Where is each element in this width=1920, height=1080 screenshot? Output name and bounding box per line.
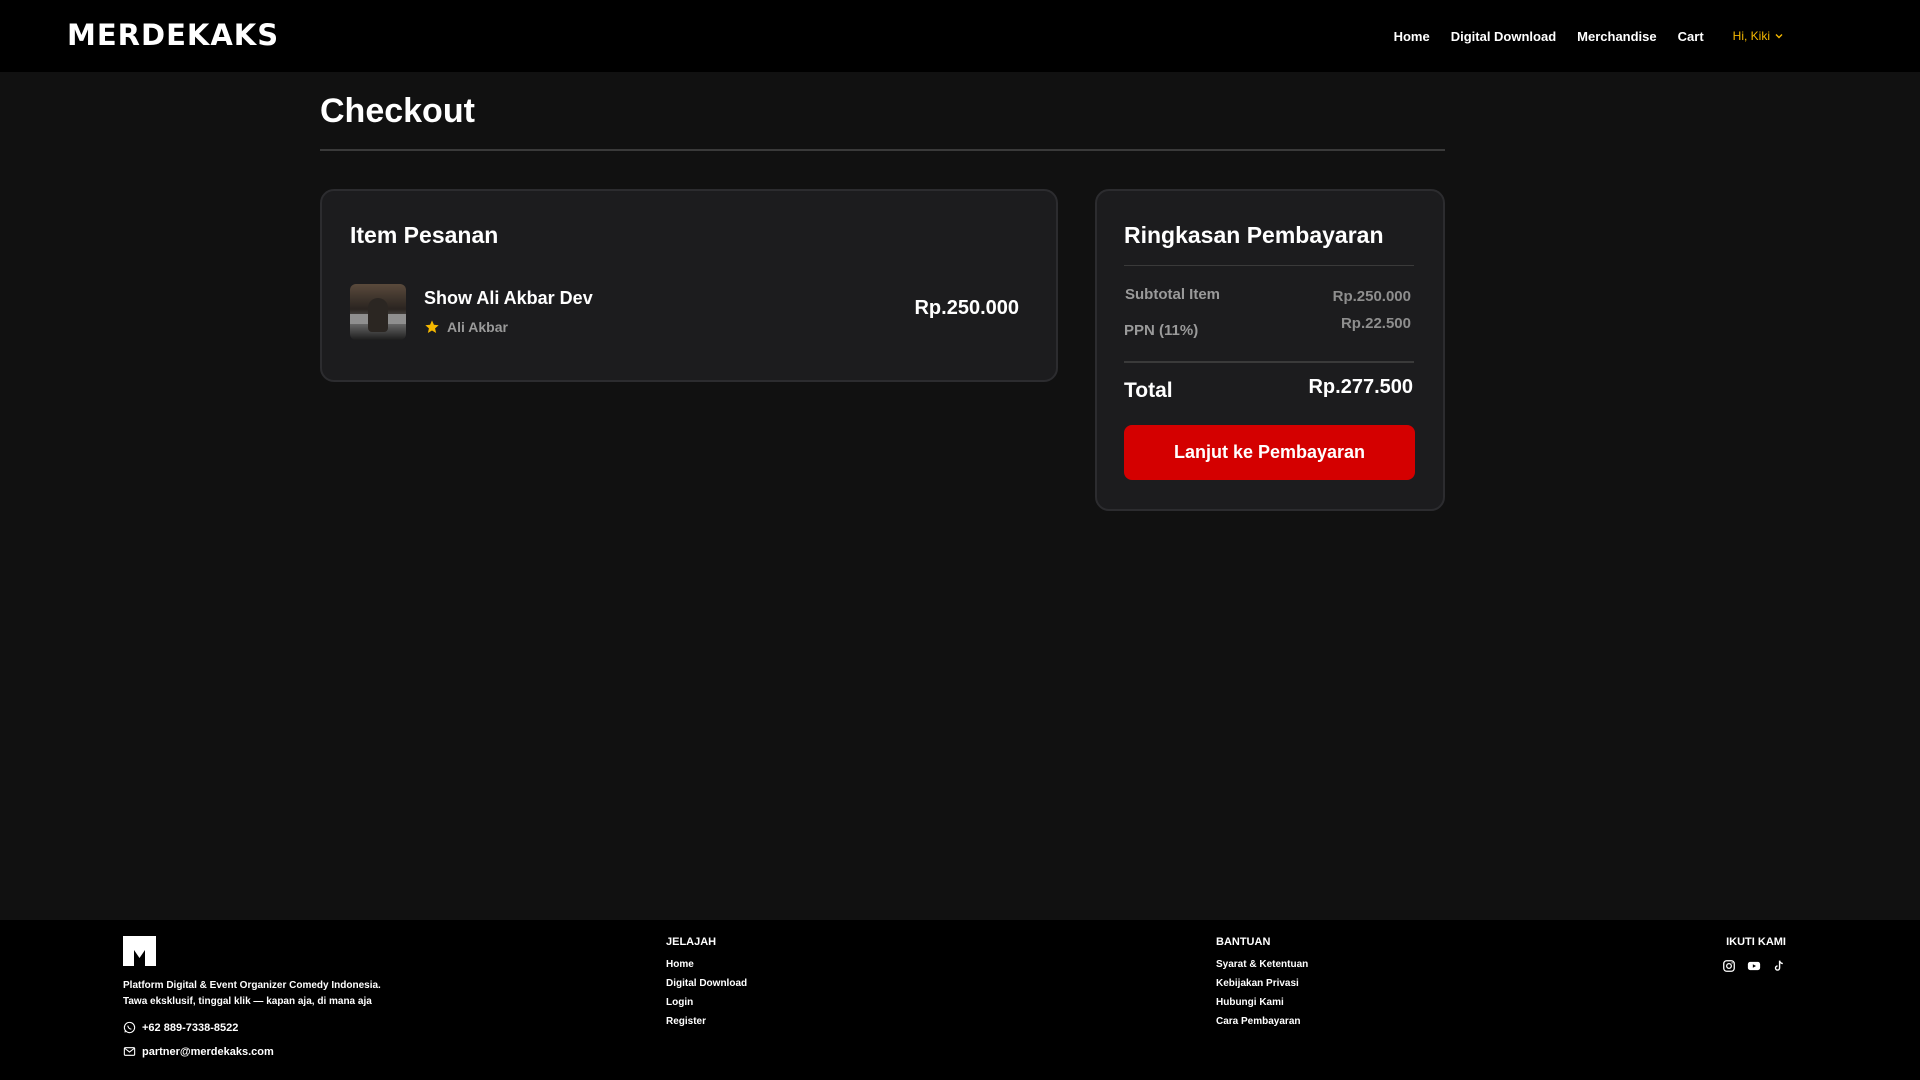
footer-tagline-line-1: Platform Digital & Event Organizer Comed… bbox=[123, 980, 381, 991]
mail-icon bbox=[123, 1047, 136, 1056]
whatsapp-icon bbox=[123, 1021, 136, 1034]
footer-link-terms[interactable]: Syarat & Ketentuan bbox=[1216, 959, 1308, 971]
footer-logo-icon[interactable] bbox=[123, 936, 156, 966]
footer-link-home[interactable]: Home bbox=[666, 959, 747, 971]
footer-link-digital-download[interactable]: Digital Download bbox=[666, 978, 747, 990]
footer-follow-title: IKUTI KAMI bbox=[1726, 936, 1786, 948]
social-links bbox=[1722, 959, 1786, 973]
total-label: Total bbox=[1124, 379, 1173, 402]
footer-link-register[interactable]: Register bbox=[666, 1016, 747, 1028]
footer-phone[interactable]: +62 889-7338-8522 bbox=[123, 1021, 238, 1034]
item-performer: Ali Akbar bbox=[424, 319, 508, 335]
title-divider bbox=[320, 149, 1445, 151]
footer-link-contact[interactable]: Hubungi Kami bbox=[1216, 997, 1308, 1009]
nav-merchandise[interactable]: Merchandise bbox=[1577, 29, 1656, 44]
footer: Platform Digital & Event Organizer Comed… bbox=[0, 920, 1920, 1080]
nav-home[interactable]: Home bbox=[1394, 29, 1430, 44]
footer-link-payment-guide[interactable]: Cara Pembayaran bbox=[1216, 1016, 1308, 1028]
footer-jelajah-title: JELAJAH bbox=[666, 936, 717, 948]
instagram-icon[interactable] bbox=[1722, 959, 1736, 973]
user-menu[interactable]: Hi, Kiki bbox=[1733, 29, 1784, 43]
ppn-value: Rp.22.500 bbox=[1340, 315, 1411, 332]
footer-email[interactable]: partner@merdekaks.com bbox=[123, 1045, 274, 1058]
total-value: Rp.277.500 bbox=[1308, 376, 1413, 398]
subtotal-label: Subtotal Item bbox=[1125, 286, 1221, 303]
footer-follow-us: IKUTI KAMI bbox=[1722, 936, 1786, 973]
ppn-label: PPN (11%) bbox=[1124, 322, 1199, 339]
item-price: Rp.250.000 bbox=[914, 297, 1019, 319]
footer-bantuan-title: BANTUAN bbox=[1216, 936, 1271, 948]
item-name: Show Ali Akbar Dev bbox=[424, 288, 593, 308]
subtotal-value: Rp.250.000 bbox=[1332, 288, 1411, 305]
item-performer-name: Ali Akbar bbox=[447, 319, 508, 335]
footer-email-address: partner@merdekaks.com bbox=[142, 1045, 274, 1058]
item-thumbnail bbox=[350, 284, 406, 340]
chevron-down-icon bbox=[1775, 34, 1783, 39]
star-icon bbox=[425, 320, 439, 333]
footer-phone-number: +62 889-7338-8522 bbox=[142, 1021, 239, 1034]
main-nav: Home Digital Download Merchandise Cart H… bbox=[1394, 0, 1784, 72]
footer-link-privacy[interactable]: Kebijakan Privasi bbox=[1216, 978, 1308, 990]
nav-cart[interactable]: Cart bbox=[1678, 29, 1704, 44]
top-navbar: MERDEKAKS Home Digital Download Merchand… bbox=[0, 0, 1920, 72]
nav-digital-download[interactable]: Digital Download bbox=[1451, 29, 1556, 44]
footer-tagline-line-2: Tawa eksklusif, tinggal klik — kapan aja… bbox=[123, 996, 372, 1007]
footer-bantuan: BANTUAN Syarat & Ketentuan Kebijakan Pri… bbox=[1216, 936, 1308, 1035]
user-greeting: Hi, Kiki bbox=[1732, 29, 1770, 43]
total-divider bbox=[1124, 361, 1414, 363]
footer-tagline: Platform Digital & Event Organizer Comed… bbox=[123, 978, 381, 1010]
footer-jelajah: JELAJAH Home Digital Download Login Regi… bbox=[666, 936, 747, 1035]
page-title: Checkout bbox=[320, 92, 475, 130]
youtube-icon[interactable] bbox=[1747, 959, 1761, 973]
payment-summary-title: Ringkasan Pembayaran bbox=[1124, 222, 1384, 248]
payment-summary-card: Ringkasan Pembayaran Subtotal Item Rp.25… bbox=[1095, 189, 1445, 511]
proceed-to-payment-button[interactable]: Lanjut ke Pembayaran bbox=[1124, 425, 1415, 480]
order-items-title: Item Pesanan bbox=[350, 222, 499, 248]
tiktok-icon[interactable] bbox=[1772, 959, 1786, 973]
footer-link-login[interactable]: Login bbox=[666, 997, 747, 1009]
summary-divider bbox=[1124, 265, 1414, 266]
site-logo[interactable]: MERDEKAKS bbox=[67, 18, 279, 52]
order-items-card: Item Pesanan Show Ali Akbar Dev Ali Akba… bbox=[320, 189, 1058, 382]
